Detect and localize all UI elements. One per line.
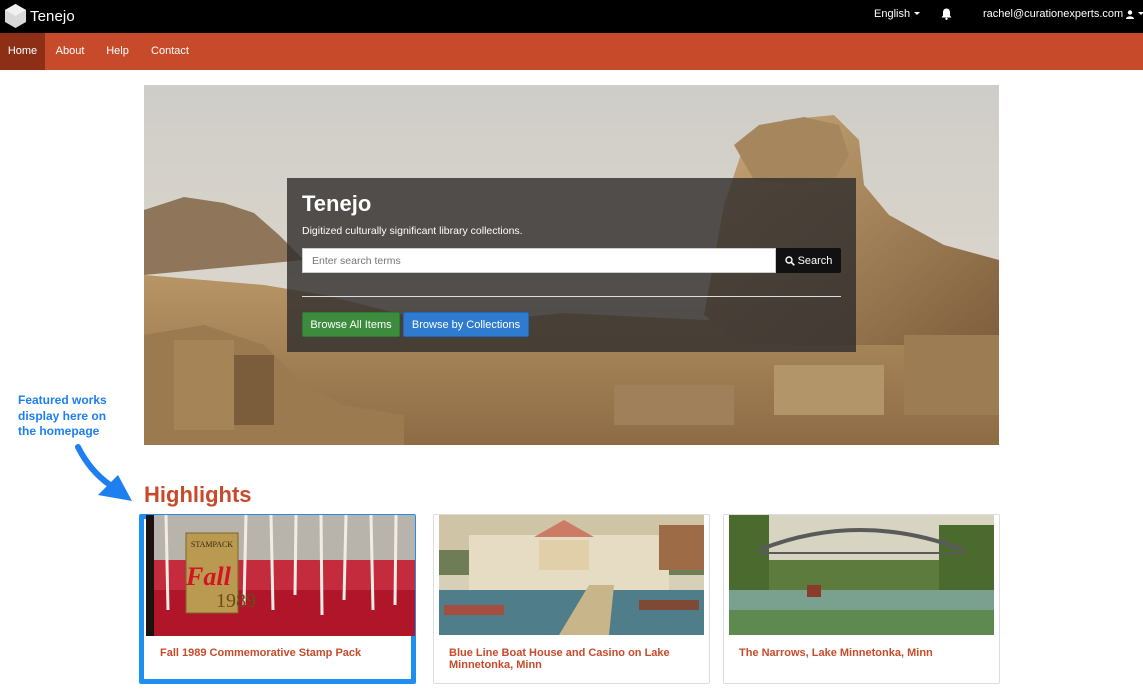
divider <box>302 296 841 297</box>
annotation-arrow-icon <box>75 444 132 501</box>
language-label: English <box>874 8 911 20</box>
main-nav: Home About Help Contact <box>0 33 1143 70</box>
brand-link[interactable]: Tenejo <box>5 4 75 28</box>
nav-item-about[interactable]: About <box>45 33 95 70</box>
card-image <box>729 515 994 635</box>
user-menu[interactable]: rachel@curationexperts.com <box>983 0 1143 28</box>
caret-down-icon <box>1138 12 1143 15</box>
hero-subtitle: Digitized culturally significant library… <box>302 225 523 237</box>
card-image <box>439 515 704 635</box>
bell-icon[interactable] <box>941 8 952 20</box>
browse-all-items-button[interactable]: Browse All Items <box>302 312 400 337</box>
user-email: rachel@curationexperts.com <box>983 8 1124 20</box>
language-dropdown[interactable]: English <box>874 0 921 28</box>
nav-item-help[interactable]: Help <box>95 33 140 70</box>
user-icon <box>1126 9 1135 19</box>
browse-by-collections-button[interactable]: Browse by Collections <box>403 312 529 337</box>
card-title[interactable]: Fall 1989 Commemorative Stamp Pack <box>160 647 410 659</box>
hero-title: Tenejo <box>302 191 372 216</box>
svg-text:STAMPACK: STAMPACK <box>191 540 233 549</box>
nav-item-home[interactable]: Home <box>0 33 45 70</box>
hexagon-logo-icon <box>5 4 26 28</box>
nav-item-contact[interactable]: Contact <box>140 33 200 70</box>
search-button[interactable]: Search <box>776 248 841 273</box>
highlight-card-narrows[interactable]: The Narrows, Lake Minnetonka, Minn <box>723 514 1000 684</box>
caret-down-icon <box>914 12 921 16</box>
svg-text:1989: 1989 <box>216 590 256 612</box>
card-title[interactable]: Blue Line Boat House and Casino on Lake … <box>449 647 699 671</box>
svg-text:Fall: Fall <box>185 562 232 591</box>
annotation-line: Featured works <box>18 393 107 407</box>
search-input[interactable] <box>302 248 776 273</box>
highlights-heading: Highlights <box>144 482 252 507</box>
highlight-card-stamp-pack[interactable]: STAMPACK Fall 1989 Fall 1989 Commemorati… <box>139 514 416 684</box>
annotation-line: display here on <box>18 408 107 423</box>
card-title[interactable]: The Narrows, Lake Minnetonka, Minn <box>739 647 989 659</box>
brand-name: Tenejo <box>30 7 75 25</box>
hero-banner: Tenejo Digitized culturally significant … <box>144 85 999 445</box>
card-image: STAMPACK Fall 1989 <box>146 515 415 636</box>
annotation-line: the homepage <box>18 424 100 438</box>
magnifier-icon <box>784 255 795 266</box>
search-button-label: Search <box>797 254 833 267</box>
annotation-callout: Featured works display here on the homep… <box>18 393 118 440</box>
highlight-card-boat-house[interactable]: Blue Line Boat House and Casino on Lake … <box>433 514 710 684</box>
search-panel: Tenejo Digitized culturally significant … <box>287 178 856 352</box>
top-bar: Tenejo English rachel@curationexperts.co… <box>0 0 1143 33</box>
